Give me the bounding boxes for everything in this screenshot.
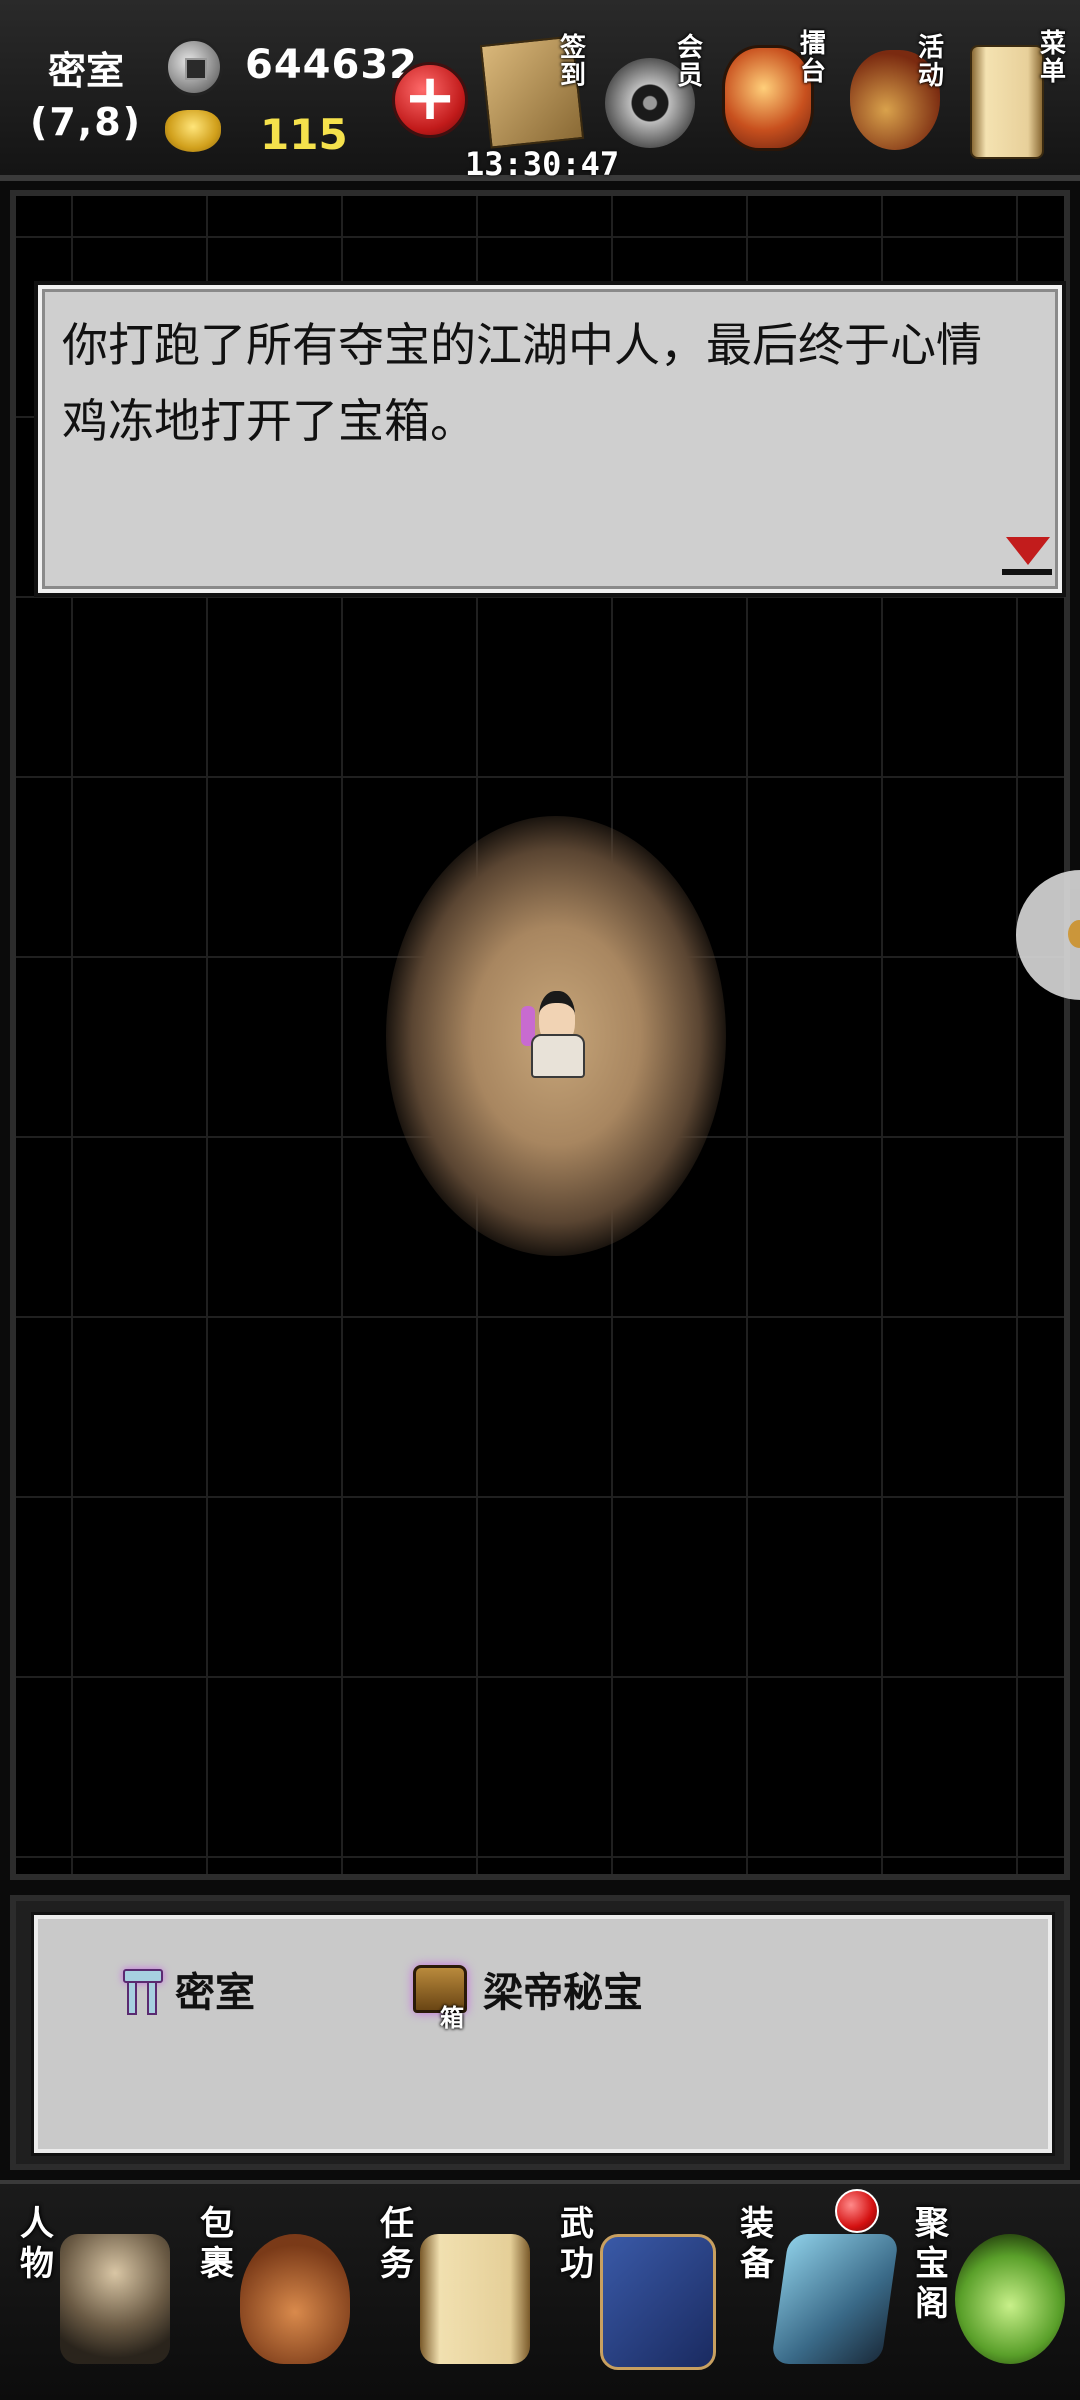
nav-quest-label: 任务 bbox=[380, 2204, 414, 2284]
bottom-navigation: 人物 包裹 任务 武功 装备 聚宝阁 bbox=[0, 2180, 1080, 2400]
nav-treasure-label: 聚宝阁 bbox=[915, 2204, 949, 2324]
menu-scroll-icon[interactable] bbox=[970, 45, 1044, 159]
room-label: 密室 bbox=[175, 1970, 255, 2016]
nav-bag[interactable]: 包裹 bbox=[190, 2194, 360, 2384]
game-screen: 密室 (7,8) 644632 115 + 签到 会员 擂台 活动 菜单 13:… bbox=[0, 0, 1080, 2400]
gold-count: 115 bbox=[260, 110, 348, 159]
player-character[interactable] bbox=[521, 986, 591, 1078]
scene-info-frame: 密室 箱 梁帝秘宝 bbox=[10, 1895, 1070, 2170]
equipment-icon bbox=[770, 2234, 900, 2364]
dialog-text: 你打跑了所有夺宝的江湖中人，最后终于心情鸡冻地打开了宝箱。 bbox=[62, 318, 982, 448]
location-name: 密室 bbox=[48, 49, 125, 93]
room-entry[interactable]: 密室 bbox=[123, 1959, 255, 2019]
nav-martial-label: 武功 bbox=[560, 2204, 594, 2284]
next-arrow-icon[interactable] bbox=[1000, 535, 1054, 583]
nav-character-label: 人物 bbox=[20, 2204, 54, 2284]
martial-arts-book-icon bbox=[600, 2234, 716, 2370]
treasure-chest-icon: 箱 bbox=[413, 1965, 467, 2032]
recharge-plus-button[interactable]: + bbox=[392, 62, 468, 138]
scene-info-panel: 密室 箱 梁帝秘宝 bbox=[31, 1912, 1055, 2156]
nav-quest[interactable]: 任务 bbox=[370, 2194, 540, 2384]
nav-treasure[interactable]: 聚宝阁 bbox=[905, 2194, 1075, 2384]
event-label[interactable]: 活动 bbox=[918, 34, 948, 90]
location-coords: (7,8) bbox=[30, 100, 143, 144]
bag-icon bbox=[240, 2234, 350, 2364]
arena-label[interactable]: 擂台 bbox=[800, 30, 830, 86]
vip-label[interactable]: 会员 bbox=[677, 34, 707, 90]
copper-coin-icon bbox=[165, 38, 223, 96]
menu-label[interactable]: 菜单 bbox=[1040, 30, 1070, 86]
quest-scroll-icon bbox=[420, 2234, 530, 2364]
coin-count: 644632 bbox=[245, 42, 418, 88]
nav-character[interactable]: 人物 bbox=[10, 2194, 180, 2384]
game-clock: 13:30:47 bbox=[465, 145, 620, 183]
notification-dot-icon bbox=[835, 2189, 879, 2233]
chest-entry[interactable]: 箱 梁帝秘宝 bbox=[413, 1959, 643, 2032]
top-status-bar: 密室 (7,8) 644632 115 + 签到 会员 擂台 活动 菜单 13:… bbox=[0, 0, 1080, 183]
nav-equipment-label: 装备 bbox=[740, 2204, 774, 2284]
nav-martial[interactable]: 武功 bbox=[550, 2194, 720, 2384]
room-gate-icon bbox=[123, 1965, 163, 2015]
player-body bbox=[531, 1034, 585, 1078]
character-icon bbox=[60, 2234, 170, 2364]
nav-bag-label: 包裹 bbox=[200, 2204, 234, 2284]
sign-in-label[interactable]: 签到 bbox=[560, 34, 590, 90]
chest-tag: 箱 bbox=[440, 2004, 464, 2032]
gold-ingot-icon bbox=[165, 110, 221, 152]
treasure-shop-icon bbox=[955, 2234, 1065, 2364]
chest-label: 梁帝秘宝 bbox=[483, 1970, 643, 2016]
story-dialog[interactable]: 你打跑了所有夺宝的江湖中人，最后终于心情鸡冻地打开了宝箱。 bbox=[34, 281, 1066, 597]
